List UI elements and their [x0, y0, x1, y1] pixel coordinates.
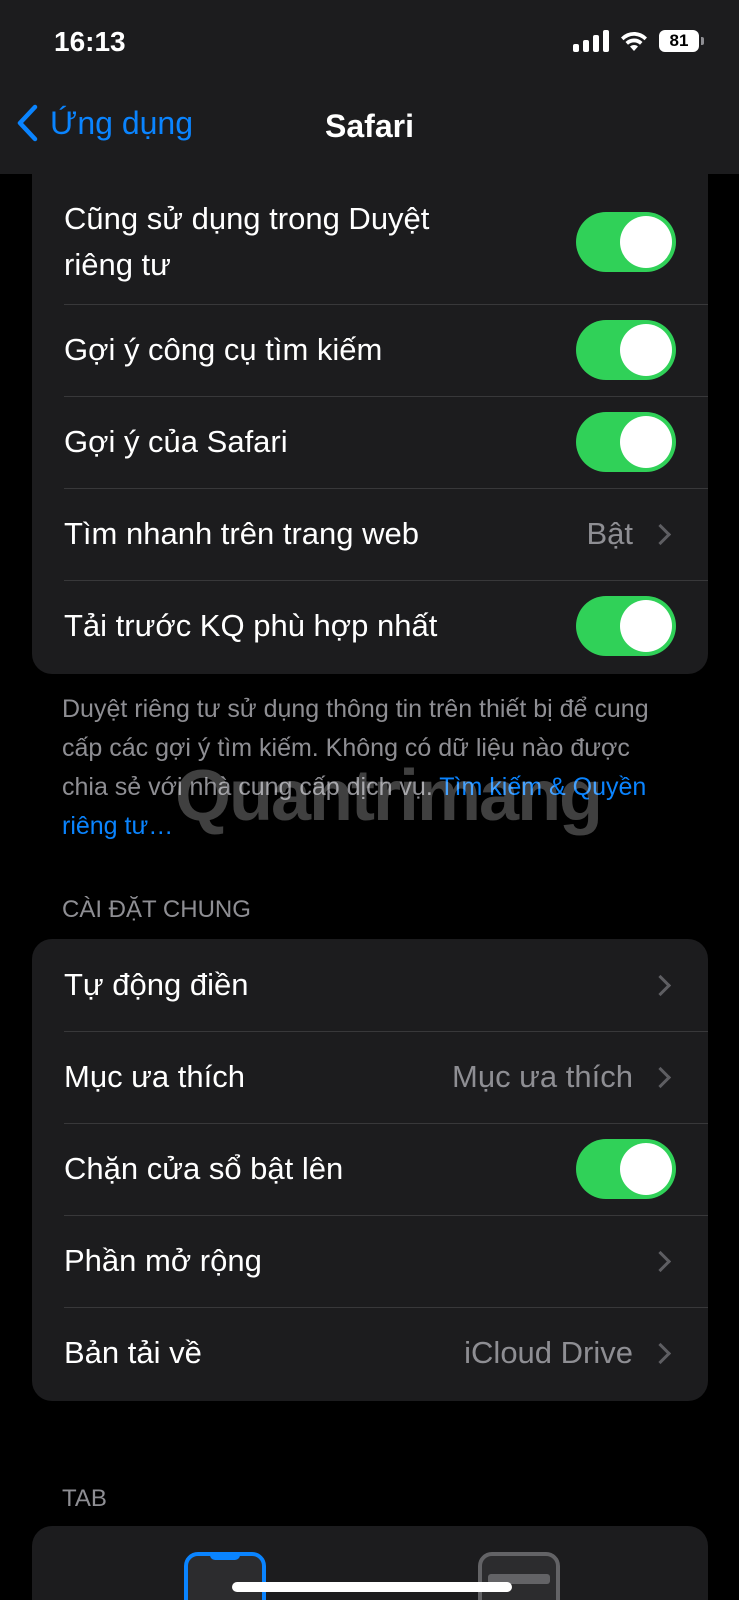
chevron-right-icon [649, 523, 672, 545]
search-footnote: Duyệt riêng tư sử dụng thông tin trên th… [62, 690, 672, 846]
setting-label: Cũng sử dụng trong Duyệt riêng tư [64, 201, 430, 282]
setting-row-preload-top-hit: Tải trước KQ phù hợp nhất [32, 580, 708, 672]
setting-label: Tải trước KQ phù hợp nhất [64, 608, 438, 643]
toggle-private-browsing[interactable] [576, 212, 676, 272]
setting-label: Gợi ý của Safari [64, 424, 288, 459]
setting-value: iCloud Drive [464, 1335, 633, 1370]
battery-icon: 81 [659, 30, 704, 52]
setting-row-block-popups: Chặn cửa sổ bật lên [32, 1123, 708, 1215]
toggle-safari-suggestions[interactable] [576, 412, 676, 472]
setting-row-downloads[interactable]: Bản tải về iCloud Drive [32, 1307, 708, 1399]
search-settings-group: Cũng sử dụng trong Duyệt riêng tư Gợi ý … [32, 150, 708, 674]
chevron-right-icon [649, 974, 672, 996]
chevron-right-icon [649, 1342, 672, 1364]
toggle-search-engine-suggestions[interactable] [576, 320, 676, 380]
status-indicators: 81 [573, 30, 704, 52]
header-bar: 16:13 81 Ứng dụng Safari [0, 0, 739, 174]
setting-label: Tìm nhanh trên trang web [64, 516, 419, 551]
single-tab-layout-option[interactable] [478, 1552, 560, 1600]
setting-row-search-engine-suggestions: Gợi ý công cụ tìm kiếm [32, 304, 708, 396]
setting-row-autofill[interactable]: Tự động điền [32, 939, 708, 1031]
tab-bar-layout-option[interactable] [184, 1552, 266, 1600]
setting-label: Gợi ý công cụ tìm kiếm [64, 332, 383, 367]
home-indicator[interactable] [232, 1582, 512, 1592]
chevron-right-icon [649, 1066, 672, 1088]
toggle-block-popups[interactable] [576, 1139, 676, 1199]
setting-label: Mục ưa thích [64, 1059, 245, 1094]
setting-label: Tự động điền [64, 967, 249, 1002]
setting-row-favorites[interactable]: Mục ưa thích Mục ưa thích [32, 1031, 708, 1123]
cellular-signal-icon [573, 30, 609, 52]
setting-value: Bật [586, 516, 633, 551]
wifi-icon [621, 31, 647, 51]
setting-row-safari-suggestions: Gợi ý của Safari [32, 396, 708, 488]
section-header-tab: TAB [62, 1485, 107, 1512]
setting-label: Bản tải về [64, 1335, 202, 1370]
setting-row-extensions[interactable]: Phần mở rộng [32, 1215, 708, 1307]
setting-row-quick-website-search[interactable]: Tìm nhanh trên trang web Bật [32, 488, 708, 580]
setting-value: Mục ưa thích [452, 1059, 633, 1094]
general-settings-group: Tự động điền Mục ưa thích Mục ưa thích C… [32, 939, 708, 1401]
setting-label: Chặn cửa sổ bật lên [64, 1151, 344, 1186]
status-time: 16:13 [54, 26, 126, 57]
chevron-right-icon [649, 1250, 672, 1272]
section-header-general: CÀI ĐẶT CHUNG [62, 896, 251, 923]
toggle-preload-top-hit[interactable] [576, 596, 676, 656]
setting-label: Phần mở rộng [64, 1243, 262, 1278]
page-title: Safari [325, 108, 414, 144]
battery-level: 81 [669, 31, 689, 50]
